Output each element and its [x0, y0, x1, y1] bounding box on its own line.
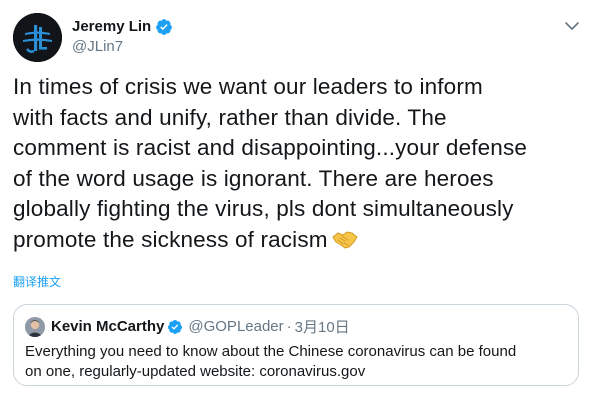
translate-tweet-link[interactable]: 翻译推文 [13, 273, 61, 290]
quoted-author-avatar [25, 316, 45, 337]
jeremy-lin-logo-icon [13, 13, 62, 62]
tweet-text-line-last: promote the sickness of racism [13, 225, 588, 256]
tweet-text-line: of the word usage is ignorant. There are… [13, 165, 494, 191]
author-handle[interactable]: @JLin7 [72, 38, 173, 55]
author-display-name[interactable]: Jeremy Lin [72, 18, 151, 35]
verified-badge-icon [167, 319, 183, 335]
quoted-tweet-card[interactable]: Kevin McCarthy @GOPLeader · 3月10日 Everyt… [13, 304, 579, 386]
separator-dot: · [286, 318, 292, 335]
tweet-text-line: In times of crisis we want our leaders t… [13, 74, 483, 99]
tweet-text-line: globally fighting the virus, pls dont si… [13, 196, 514, 221]
quoted-tweet-text-line: Everything you need to know about the Ch… [25, 343, 517, 360]
verified-badge-icon [155, 18, 173, 36]
quoted-tweet-text-line: on one, regularly-updated website: coron… [25, 363, 366, 380]
author-avatar[interactable] [13, 13, 62, 62]
quoted-author-name: Kevin McCarthy [51, 318, 165, 335]
tweet-text-line: with facts and unify, rather than divide… [13, 104, 447, 130]
tweet-text-line: comment is racist and disappointing...yo… [13, 135, 528, 160]
author-name-row: Jeremy Lin [72, 16, 173, 37]
handshake-emoji-icon [331, 228, 358, 250]
quoted-tweet-text: Everything you need to know about the Ch… [25, 342, 570, 382]
chevron-down-icon[interactable] [562, 18, 582, 34]
tweet: Jeremy Lin @JLin7 In times of crisis we … [0, 0, 595, 415]
author-info: Jeremy Lin @JLin7 [72, 16, 173, 55]
quoted-tweet-date: 3月10日 [294, 319, 350, 336]
quoted-author-handle: @GOPLeader [188, 318, 284, 335]
quoted-tweet-header: Kevin McCarthy @GOPLeader · 3月10日 [25, 316, 350, 337]
tweet-text: In times of crisis we want our leaders t… [13, 72, 588, 255]
tweet-text-line: promote the sickness of racism [13, 226, 328, 252]
